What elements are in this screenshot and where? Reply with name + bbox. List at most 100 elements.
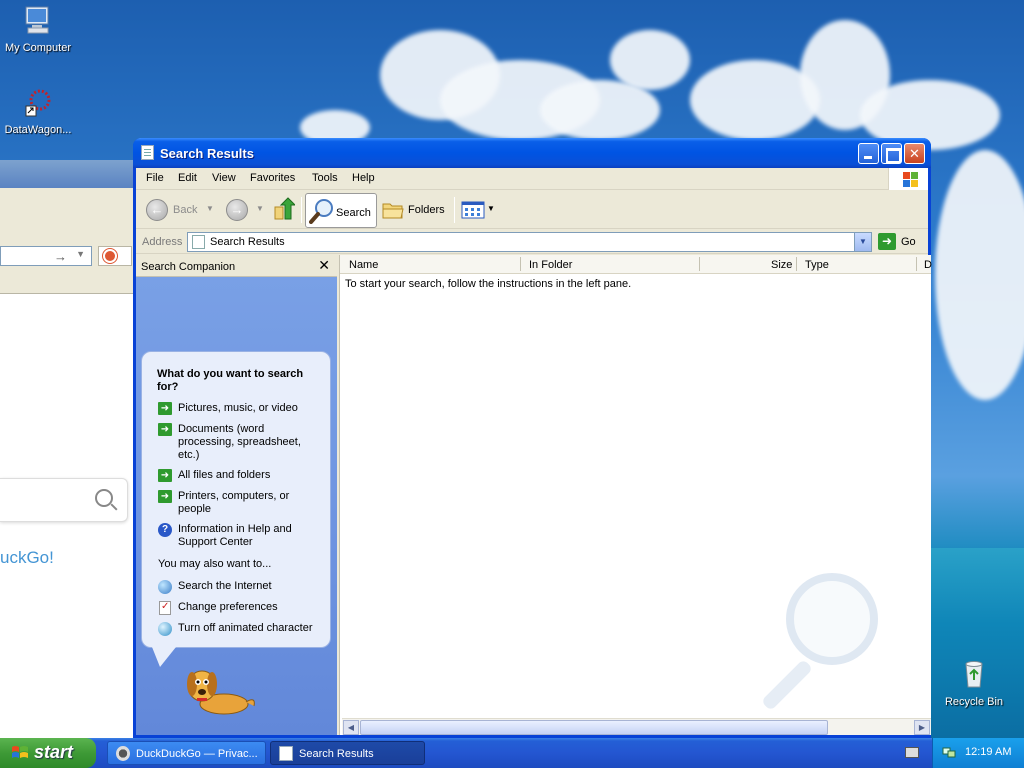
search-option-turn-off-character[interactable]: Turn off animated character	[158, 622, 323, 636]
results-message: To start your search, follow the instruc…	[345, 278, 632, 290]
search-icon	[309, 199, 333, 224]
address-value: Search Results	[210, 236, 285, 248]
magnifier-watermark-handle	[760, 658, 814, 712]
my-computer-icon	[25, 6, 49, 34]
chevron-down-icon[interactable]: ▼	[206, 204, 214, 213]
column-header-in-folder[interactable]: In Folder	[529, 259, 572, 271]
network-icon[interactable]	[942, 745, 956, 759]
column-divider[interactable]	[796, 257, 797, 271]
horizontal-scrollbar[interactable]: ◀ ▶	[342, 718, 931, 735]
browser-icon	[116, 746, 130, 761]
menu-favorites[interactable]: Favorites	[250, 172, 295, 184]
character-icon	[158, 622, 172, 636]
maximize-button[interactable]	[881, 143, 902, 164]
taskbar: start DuckDuckGo — Privac... Search Resu…	[0, 738, 1024, 768]
keyboard-icon[interactable]	[905, 747, 919, 758]
search-option-preferences[interactable]: Change preferences	[158, 601, 323, 615]
desktop-icon-label: My Computer	[4, 42, 72, 54]
search-icon[interactable]	[95, 489, 113, 507]
search-option-internet[interactable]: Search the Internet	[158, 580, 323, 594]
column-header-date[interactable]: D	[924, 259, 932, 271]
window-titlebar[interactable]: Search Results ✕	[133, 138, 931, 168]
desktop-icon-datawagon[interactable]: DataWagon...	[0, 86, 76, 136]
menu-file[interactable]: File	[146, 172, 164, 184]
preferences-icon	[159, 601, 171, 615]
search-option-help-center[interactable]: ? Information in Help and Support Center	[158, 523, 323, 549]
help-icon: ?	[158, 523, 172, 537]
option-label: Pictures, music, or video	[178, 402, 298, 414]
folders-button-label[interactable]: Folders	[408, 204, 445, 216]
search-option-documents[interactable]: ➜ Documents (word processing, spreadshee…	[158, 423, 323, 462]
background-url-field[interactable]: → ▼	[0, 246, 92, 266]
search-option-printers[interactable]: ➜ Printers, computers, or people	[158, 490, 323, 516]
search-option-pictures[interactable]: ➜ Pictures, music, or video	[158, 402, 323, 415]
search-option-all-files[interactable]: ➜ All files and folders	[158, 469, 323, 482]
chevron-down-icon[interactable]: ▼	[76, 249, 85, 259]
scrollbar-thumb[interactable]	[360, 720, 828, 735]
search-results-window[interactable]: Search Results ✕ File Edit View Favorite…	[133, 138, 932, 738]
desktop-icon-label: Recycle Bin	[944, 696, 1004, 708]
go-button-label: Go	[901, 236, 916, 248]
background-browser-window[interactable]: → ▼ uckGo!	[0, 160, 134, 738]
search-button[interactable]: Search	[305, 193, 377, 228]
views-icon[interactable]	[461, 201, 485, 219]
menu-bar: File Edit View Favorites Tools Help	[136, 168, 928, 190]
taskbar-item-search-results[interactable]: Search Results	[270, 741, 425, 765]
windows-logo-icon	[888, 168, 928, 190]
taskbar-item-duckduckgo[interactable]: DuckDuckGo — Privac...	[107, 741, 266, 765]
up-folder-icon[interactable]	[273, 197, 295, 221]
search-companion-header: Search Companion ✕	[136, 255, 337, 277]
column-header-type[interactable]: Type	[805, 259, 829, 271]
close-icon[interactable]: ✕	[318, 257, 330, 274]
column-header-size[interactable]: Size	[771, 259, 792, 271]
search-window-icon	[141, 145, 154, 160]
option-label: Search the Internet	[178, 580, 272, 592]
desktop-icon-my-computer[interactable]: My Computer	[0, 4, 76, 54]
clock[interactable]: 12:19 AM	[965, 746, 1011, 758]
menu-edit[interactable]: Edit	[178, 172, 197, 184]
column-divider[interactable]	[699, 257, 700, 271]
menu-help[interactable]: Help	[352, 172, 375, 184]
search-dog-character[interactable]	[180, 660, 260, 720]
back-arrow-icon[interactable]: ←	[146, 199, 168, 221]
desktop-icon-recycle-bin[interactable]: Recycle Bin	[936, 658, 1012, 708]
minimize-button[interactable]	[858, 143, 879, 164]
search-folder-icon	[192, 235, 205, 249]
green-arrow-icon: ➜	[158, 423, 172, 436]
option-label: Change preferences	[178, 601, 278, 613]
search-companion-pane: Search Companion ✕ What do you want to s…	[136, 255, 337, 735]
chevron-down-icon[interactable]: ▼	[854, 233, 871, 251]
background-window-titlebar[interactable]	[0, 160, 133, 188]
windows-flag-icon	[12, 746, 28, 758]
chevron-down-icon[interactable]: ▼	[256, 204, 264, 213]
arrow-right-icon[interactable]: →	[54, 249, 67, 264]
menu-tools[interactable]: Tools	[312, 172, 338, 184]
forward-arrow-icon[interactable]: →	[226, 199, 248, 221]
toolbar-separator	[454, 197, 455, 223]
duckduckgo-extension-button[interactable]	[98, 246, 132, 266]
column-divider[interactable]	[916, 257, 917, 271]
scroll-left-icon[interactable]: ◀	[343, 720, 359, 735]
column-header-name[interactable]: Name	[349, 259, 378, 271]
back-button-label[interactable]: Back	[173, 204, 197, 216]
search-companion-title: Search Companion	[141, 261, 236, 273]
taskbar-item-label: Search Results	[299, 748, 374, 760]
start-button[interactable]: start	[0, 738, 96, 768]
option-label: Turn off animated character	[178, 622, 313, 634]
magnifier-watermark-icon	[786, 573, 878, 665]
background-page-text: uckGo!	[0, 548, 54, 567]
window-title: Search Results	[160, 146, 254, 161]
search-question: What do you want to search for?	[157, 368, 304, 393]
search-bubble: What do you want to search for? ➜ Pictur…	[141, 351, 331, 667]
folders-icon[interactable]	[382, 200, 404, 220]
column-divider[interactable]	[520, 257, 521, 271]
scroll-right-icon[interactable]: ▶	[914, 720, 930, 735]
menu-view[interactable]: View	[212, 172, 236, 184]
address-label: Address	[142, 236, 183, 248]
chevron-down-icon[interactable]: ▼	[487, 204, 495, 213]
close-button[interactable]: ✕	[904, 143, 925, 164]
address-input[interactable]: Search Results ▼	[187, 232, 872, 252]
option-label: Documents (word processing, spreadsheet,…	[178, 423, 301, 461]
background-search-box[interactable]	[0, 478, 128, 522]
desktop-icon-label: DataWagon...	[4, 124, 72, 136]
